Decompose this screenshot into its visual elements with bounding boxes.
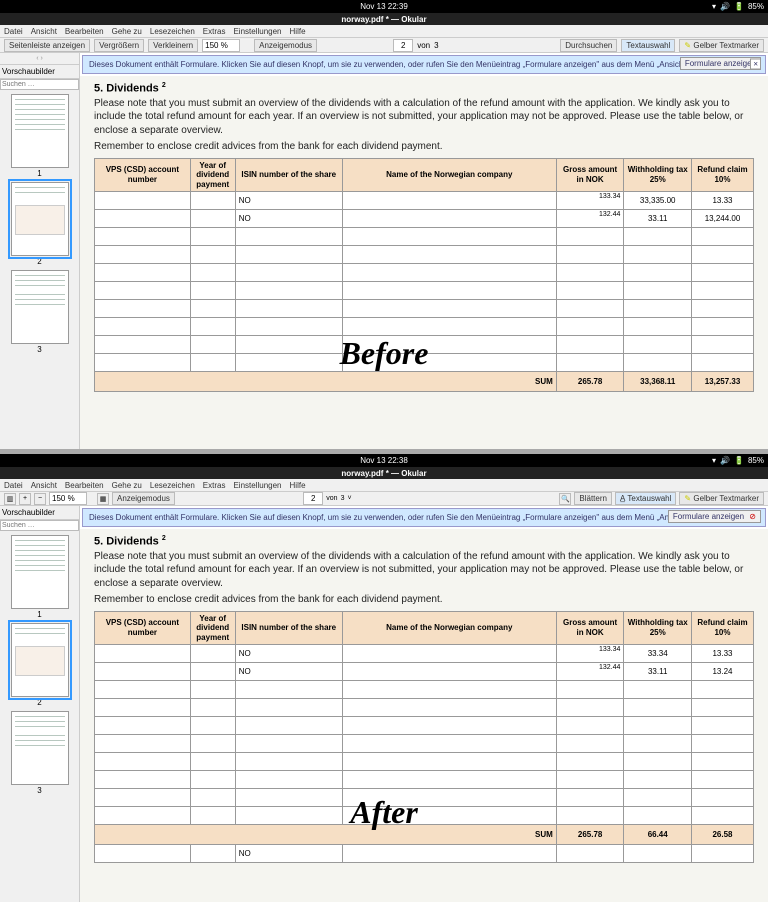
- sidebar: ‹ › Vorschaubilder 1 2 3: [0, 53, 80, 449]
- sidebar: Vorschaubilder 1 2 3: [0, 506, 80, 902]
- thumbnail-2[interactable]: [11, 623, 69, 697]
- menu-bar[interactable]: DateiAnsichtBearbeitenGehe zuLesezeichen…: [0, 479, 768, 492]
- zoom-in-button[interactable]: Vergrößern: [94, 39, 144, 52]
- window-title: norway.pdf * — Okular: [0, 13, 768, 25]
- system-top-bar: Nov 13 22:39 ▾🔊🔋85%: [0, 0, 768, 13]
- document-view: 5. Dividends 2 Please note that you must…: [80, 529, 768, 902]
- search-icon[interactable]: 🔍: [559, 493, 571, 505]
- menu-goto[interactable]: Gehe zu: [112, 27, 142, 36]
- section-para2: Remember to enclose credit advices from …: [94, 140, 754, 154]
- viewmode-button[interactable]: Anzeigemodus: [112, 492, 175, 505]
- textselect-button[interactable]: Textauswahl: [621, 39, 675, 52]
- search-button[interactable]: Durchsuchen: [560, 39, 617, 52]
- show-forms-button[interactable]: Formulare anzeigen ⊘: [668, 510, 761, 523]
- menu-settings[interactable]: Einstellungen: [233, 27, 281, 36]
- highlighter-button[interactable]: ✎ Gelber Textmarker: [679, 492, 764, 505]
- table-row: NO133.3433,335.0013.33: [95, 192, 754, 210]
- system-top-bar: Nov 13 22:38 ▾🔊🔋85%: [0, 454, 768, 467]
- thumbnail-3[interactable]: [11, 711, 69, 785]
- table-row: NO133.3433.3413.33: [95, 645, 754, 663]
- dividends-table: VPS (CSD) account number Year of dividen…: [94, 158, 754, 393]
- sidebar-title: Vorschaubilder: [0, 506, 79, 520]
- sidebar-title: Vorschaubilder: [0, 65, 79, 79]
- table-row: NO132.4433.1113,244.00: [95, 210, 754, 228]
- sidebar-toggle-button[interactable]: Seitenleiste anzeigen: [4, 39, 90, 52]
- dividends-table: VPS (CSD) account numberYear of dividend…: [94, 611, 754, 864]
- form-banner: Dieses Dokument enthält Formulare. Klick…: [82, 508, 766, 527]
- menu-view[interactable]: Ansicht: [31, 27, 57, 36]
- highlighter-button[interactable]: ✎ Gelber Textmarker: [679, 39, 764, 52]
- viewmode-button[interactable]: Anzeigemodus: [254, 39, 317, 52]
- show-forms-button[interactable]: Formulare anzeigen ×: [680, 57, 761, 70]
- zoom-input[interactable]: [202, 39, 240, 52]
- browse-button[interactable]: Blättern: [574, 492, 612, 505]
- menu-bar[interactable]: Datei Ansicht Bearbeiten Gehe zu Lesezei…: [0, 25, 768, 38]
- menu-edit[interactable]: Bearbeiten: [65, 27, 104, 36]
- zoom-out-button[interactable]: Verkleinern: [148, 39, 198, 52]
- zoom-in-icon[interactable]: +: [19, 493, 31, 505]
- toolbar: ▥ + − ▦ Anzeigemodus von 3 ˅ 🔍 Blättern …: [0, 492, 768, 506]
- section-heading: 5. Dividends 2: [94, 82, 754, 95]
- document-view: 5. Dividends 2 Please note that you must…: [80, 76, 768, 449]
- thumb-search-input[interactable]: [0, 79, 79, 90]
- viewmode-icon[interactable]: ▦: [97, 493, 109, 505]
- thumb-search-input[interactable]: [0, 520, 79, 531]
- thumbnail-2[interactable]: [11, 182, 69, 256]
- thumbnail-3[interactable]: [11, 270, 69, 344]
- window-title: norway.pdf * — Okular: [0, 467, 768, 479]
- page-input[interactable]: [393, 39, 413, 52]
- close-icon[interactable]: ⊘: [749, 512, 756, 521]
- section-heading: 5. Dividends 2: [94, 535, 754, 548]
- zoom-out-icon[interactable]: −: [34, 493, 46, 505]
- zoom-input[interactable]: [49, 492, 87, 505]
- thumbnail-1[interactable]: [11, 535, 69, 609]
- page-input[interactable]: [303, 492, 323, 505]
- menu-help[interactable]: Hilfe: [290, 27, 306, 36]
- form-banner: Dieses Dokument enthält Formulare. Klick…: [82, 55, 766, 74]
- textselect-button[interactable]: A̲ Textauswahl: [615, 492, 676, 505]
- sidebar-icon[interactable]: ▥: [4, 493, 16, 505]
- table-row: NO132.4433.1113.24: [95, 663, 754, 681]
- section-para2: Remember to enclose credit advices from …: [94, 593, 754, 607]
- toolbar: Seitenleiste anzeigen Vergrößern Verklei…: [0, 38, 768, 53]
- menu-file[interactable]: Datei: [4, 27, 23, 36]
- section-para: Please note that you must submit an over…: [94, 97, 754, 138]
- thumbnail-1[interactable]: [11, 94, 69, 168]
- menu-bookmarks[interactable]: Lesezeichen: [150, 27, 195, 36]
- menu-extras[interactable]: Extras: [203, 27, 226, 36]
- section-para: Please note that you must submit an over…: [94, 550, 754, 591]
- close-icon[interactable]: ×: [750, 58, 761, 69]
